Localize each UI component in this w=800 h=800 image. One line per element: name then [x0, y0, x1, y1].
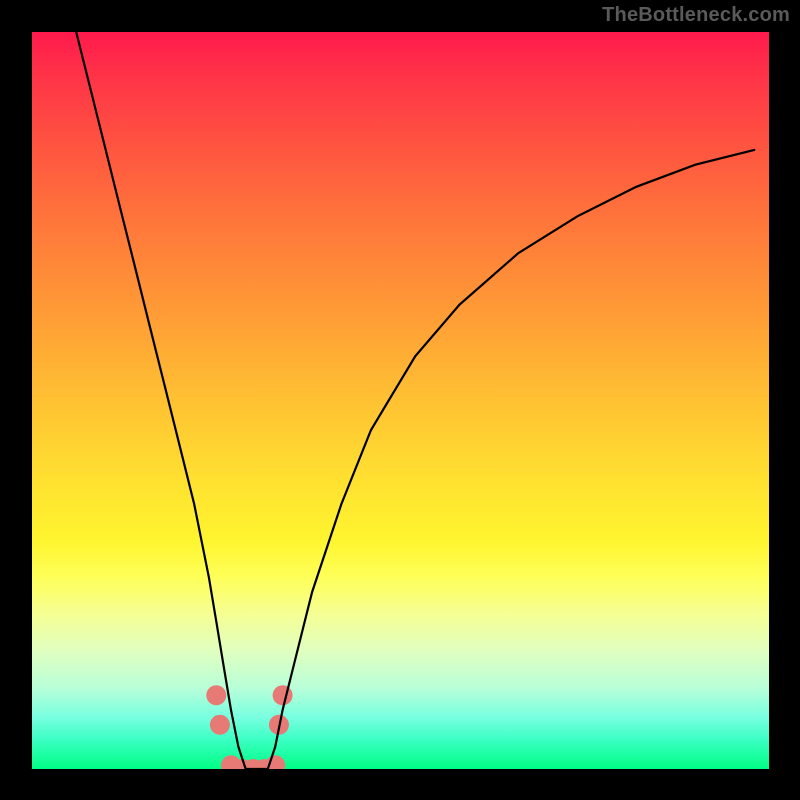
chart-frame: TheBottleneck.com [0, 0, 800, 800]
plot-area [32, 32, 769, 769]
watermark-text: TheBottleneck.com [602, 4, 790, 27]
